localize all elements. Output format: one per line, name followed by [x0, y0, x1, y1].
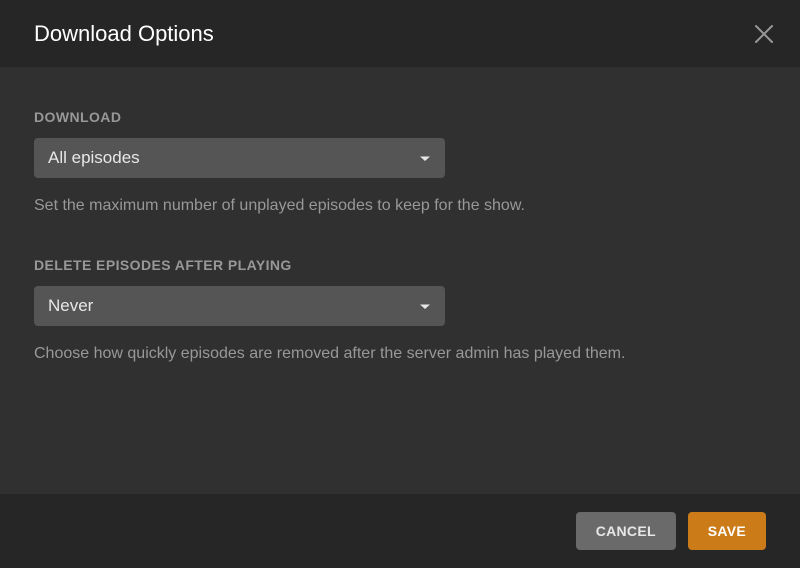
download-select[interactable]: All episodes [34, 138, 445, 178]
dialog-footer: CANCEL SAVE [0, 494, 800, 568]
close-icon[interactable] [752, 22, 776, 46]
dialog-header: Download Options [0, 0, 800, 67]
download-options-dialog: Download Options DOWNLOAD All episodes S… [0, 0, 800, 568]
chevron-down-icon [419, 300, 431, 312]
field-download: DOWNLOAD All episodes Set the maximum nu… [34, 109, 766, 217]
dialog-body: DOWNLOAD All episodes Set the maximum nu… [0, 67, 800, 494]
delete-select[interactable]: Never [34, 286, 445, 326]
field-delete: DELETE EPISODES AFTER PLAYING Never Choo… [34, 257, 766, 365]
field-delete-help: Choose how quickly episodes are removed … [34, 342, 674, 365]
delete-select-value: Never [48, 296, 93, 316]
chevron-down-icon [419, 152, 431, 164]
dialog-title: Download Options [34, 21, 214, 47]
field-delete-label: DELETE EPISODES AFTER PLAYING [34, 257, 766, 274]
field-download-help: Set the maximum number of unplayed episo… [34, 194, 674, 217]
download-select-value: All episodes [48, 148, 140, 168]
save-button[interactable]: SAVE [688, 512, 766, 550]
cancel-button[interactable]: CANCEL [576, 512, 676, 550]
field-download-label: DOWNLOAD [34, 109, 766, 126]
